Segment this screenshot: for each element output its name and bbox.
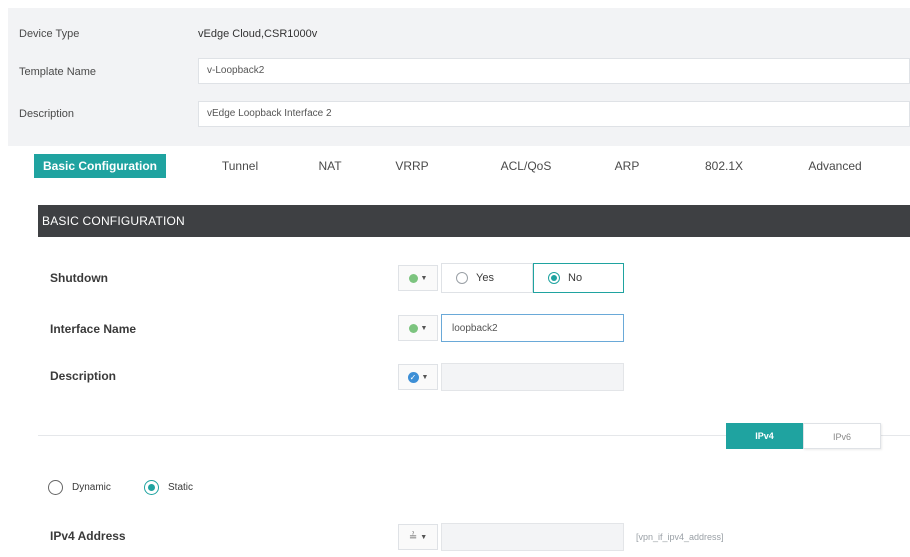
tab-advanced[interactable]: Advanced (803, 154, 867, 178)
ipv6-toggle[interactable]: IPv6 (803, 423, 881, 449)
dynamic-label: Dynamic (72, 482, 111, 493)
radio-icon (48, 480, 63, 495)
globe-icon (408, 273, 418, 283)
tab-acl-qos[interactable]: ACL/QoS (495, 154, 557, 178)
device-type-value: vEdge Cloud,CSR1000v (198, 28, 318, 40)
description-label: Description (19, 108, 75, 120)
device-type-label: Device Type (19, 28, 80, 40)
radio-icon (456, 272, 468, 284)
shutdown-scope-dropdown[interactable]: ▼ (398, 265, 438, 291)
shutdown-no-label: No (568, 272, 583, 284)
basic-configuration-panel: BASIC CONFIGURATION Shutdown ▼ Yes No In… (38, 205, 910, 557)
interface-name-scope-dropdown[interactable]: ▼ (398, 315, 438, 341)
shutdown-no-option[interactable]: No (533, 263, 624, 293)
device-variable-icon: ≟ (408, 531, 418, 543)
tab-nat[interactable]: NAT (315, 154, 345, 178)
chevron-down-icon: ▼ (420, 533, 428, 541)
static-option[interactable]: Static (144, 480, 193, 495)
template-header: Device Type vEdge Cloud,CSR1000v Templat… (8, 8, 910, 146)
interface-description-label: Description (50, 369, 117, 383)
dynamic-option[interactable]: Dynamic (48, 480, 111, 495)
tab-tunnel[interactable]: Tunnel (218, 154, 262, 178)
radio-selected-icon (548, 272, 560, 284)
template-description-field[interactable]: vEdge Loopback Interface 2 (198, 101, 910, 127)
tab-802-1x[interactable]: 802.1X (702, 154, 746, 178)
tab-vrrp[interactable]: VRRP (392, 154, 432, 178)
chevron-down-icon: ▼ (421, 373, 429, 381)
shutdown-label: Shutdown (50, 271, 108, 285)
ipv4-toggle[interactable]: IPv4 (726, 423, 803, 449)
section-title: BASIC CONFIGURATION (38, 205, 910, 237)
tab-basic-configuration[interactable]: Basic Configuration (34, 154, 167, 178)
ipv4-address-variable-hint: [vpn_if_ipv4_address] (636, 532, 724, 542)
shutdown-yes-label: Yes (476, 272, 494, 284)
template-name-label: Template Name (19, 66, 97, 78)
interface-description-input[interactable] (441, 363, 624, 391)
chevron-down-icon: ▼ (420, 274, 428, 282)
interface-name-label: Interface Name (50, 322, 137, 336)
tab-arp[interactable]: ARP (612, 154, 642, 178)
globe-icon (408, 323, 418, 333)
ipv4-address-scope-dropdown[interactable]: ≟ ▼ (398, 524, 438, 550)
radio-selected-icon (144, 480, 159, 495)
template-name-field[interactable]: v-Loopback2 (198, 58, 910, 84)
shutdown-yes-option[interactable]: Yes (441, 263, 533, 293)
description-scope-dropdown[interactable]: ✓ ▼ (398, 364, 438, 390)
check-icon: ✓ (407, 371, 419, 383)
chevron-down-icon: ▼ (420, 324, 428, 332)
interface-name-input[interactable]: loopback2 (441, 314, 624, 342)
ipv4-address-input[interactable] (441, 523, 624, 551)
feature-tabs: Basic Configuration Tunnel NAT VRRP ACL/… (0, 146, 910, 186)
static-label: Static (168, 482, 194, 493)
ipv4-address-label: IPv4 Address (50, 529, 126, 543)
